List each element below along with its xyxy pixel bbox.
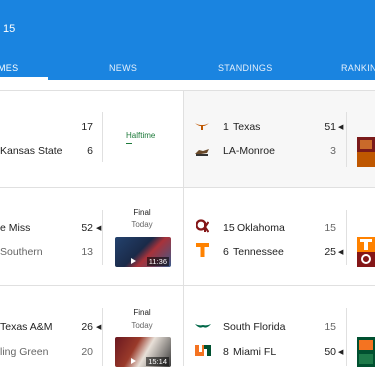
video-thumbnail[interactable]: 11:36 (115, 237, 171, 267)
team-name: Southern (0, 246, 43, 258)
play-icon (131, 358, 136, 364)
divider (0, 285, 375, 286)
team-score: 20 (81, 346, 93, 358)
warhawks-logo-icon (195, 149, 209, 156)
team-score: 6 (87, 145, 93, 157)
team-name: Kansas State (0, 145, 63, 157)
live-indicator (126, 143, 132, 144)
tennessee-logo-icon (196, 243, 209, 257)
winner-arrow-icon: ◀ (338, 349, 344, 356)
winner-arrow-icon: ◀ (338, 124, 344, 131)
team-name: Texas (233, 121, 261, 133)
video-thumbnail[interactable] (357, 137, 375, 167)
team-score: 17 (81, 121, 93, 133)
scoreboard: 17 Kansas State 6 Halftime 1 Texas 51 ◀ … (0, 80, 375, 367)
tab-standings[interactable]: STANDINGS (218, 63, 273, 73)
team-score: 3 (330, 145, 336, 157)
team-score: 15 (324, 321, 336, 333)
divider (0, 187, 375, 188)
game-status: Final (133, 208, 151, 217)
team-name: e Miss (0, 222, 31, 234)
game-date: Today (131, 321, 153, 330)
team-name: LA-Monroe (223, 145, 275, 157)
divider (183, 90, 184, 366)
tab-rankings[interactable]: RANKIN (341, 63, 375, 73)
team-rank: 1 (223, 121, 229, 133)
tab-news[interactable]: NEWS (109, 63, 137, 73)
tab-games[interactable]: MES (0, 63, 18, 73)
video-thumbnail[interactable] (357, 337, 375, 367)
game-date: Today (131, 220, 153, 229)
divider (0, 90, 375, 91)
team-name: Tennessee (233, 246, 284, 258)
winner-arrow-icon: ◀ (96, 225, 102, 232)
team-score: 26 (81, 321, 93, 333)
winner-arrow-icon: ◀ (338, 249, 344, 256)
team-score: 25 (324, 246, 336, 258)
divider (102, 210, 103, 265)
divider (346, 210, 347, 265)
video-duration: 15:14 (146, 357, 169, 366)
miami-u-logo-icon (195, 345, 211, 356)
team-score: 13 (81, 246, 93, 258)
team-name: Oklahoma (237, 222, 285, 234)
play-icon (131, 258, 136, 264)
game-status: Final (133, 308, 151, 317)
tab-bar: MES NEWS STANDINGS RANKIN (0, 56, 375, 80)
team-score: 52 (81, 222, 93, 234)
usf-bulls-logo-icon (195, 324, 211, 328)
divider (346, 308, 347, 366)
team-rank: 8 (223, 346, 229, 358)
divider (346, 112, 347, 167)
winner-arrow-icon: ◀ (96, 324, 102, 331)
team-rank: 6 (223, 246, 229, 258)
oklahoma-logo-icon (196, 219, 209, 233)
team-name: Miami FL (233, 346, 277, 358)
game-status: Halftime (126, 131, 156, 140)
video-duration: 11:36 (146, 257, 169, 266)
team-name: Texas A&M (0, 321, 53, 333)
page-title: 15 (3, 23, 16, 35)
team-score: 51 (324, 121, 336, 133)
longhorn-logo-icon (195, 123, 209, 130)
divider (102, 112, 103, 162)
team-score: 50 (324, 346, 336, 358)
team-name: ling Green (0, 346, 49, 358)
video-thumbnail[interactable]: 15:14 (115, 337, 171, 367)
team-rank: 15 (223, 222, 235, 234)
divider (102, 308, 103, 366)
team-name: South Florida (223, 321, 286, 333)
video-thumbnail[interactable] (357, 237, 375, 267)
team-score: 15 (324, 222, 336, 234)
